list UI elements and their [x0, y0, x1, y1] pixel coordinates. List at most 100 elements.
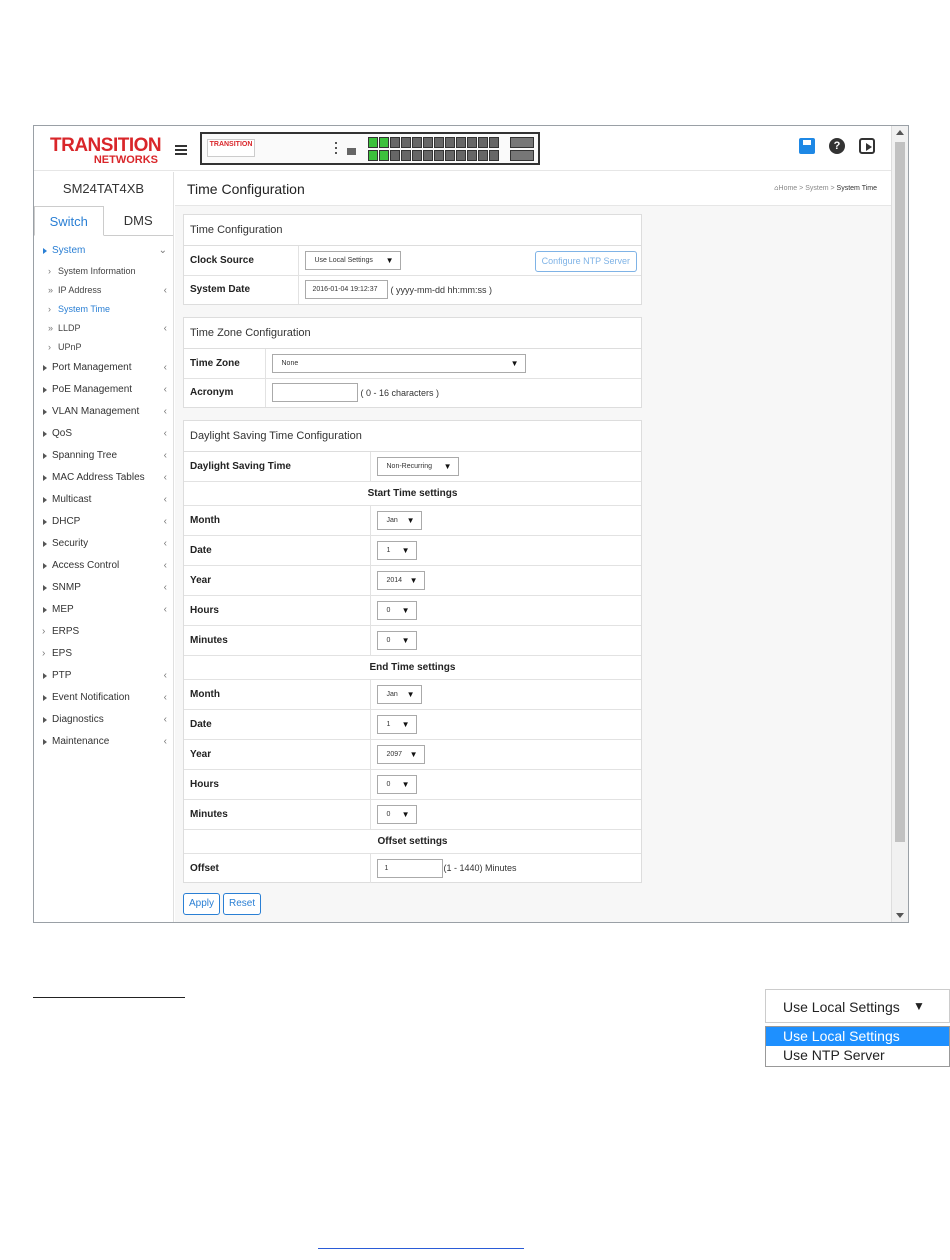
breadcrumb-home[interactable]: Home — [779, 185, 798, 192]
option-use-local-settings[interactable]: Use Local Settings — [766, 1027, 949, 1046]
clock-source-select[interactable]: Use Local Settings ▼ — [304, 250, 401, 270]
start-date-label: Date — [184, 534, 371, 565]
end-hours-select[interactable]: 0 ▼ — [376, 774, 417, 794]
sidebar-item-maintenance[interactable]: Maintenance ‹ — [34, 731, 173, 753]
tab-dms[interactable]: DMS — [104, 206, 174, 235]
sidebar-item-ptp[interactable]: PTP ‹ — [34, 665, 173, 687]
sidebar-item-access-control[interactable]: Access Control ‹ — [34, 555, 173, 577]
port-11[interactable] — [478, 137, 488, 163]
sidebar-nav: System ⌄ › System Information » IP Address ‹… — [34, 236, 173, 753]
sidebar-item-upnp[interactable]: › UPnP — [34, 338, 173, 357]
dropdown-arrow-icon: ▼ — [443, 461, 452, 471]
breadcrumb: ⌂Home > System > System Time — [774, 185, 877, 192]
sidebar-item-mep[interactable]: MEP ‹ — [34, 599, 173, 621]
port-row[interactable] — [368, 137, 504, 163]
scrollbar-thumb[interactable] — [895, 142, 905, 842]
offset-input[interactable]: 1 — [376, 858, 443, 878]
start-hours-select[interactable]: 0 ▼ — [376, 600, 417, 620]
configure-ntp-server-button[interactable]: Configure NTP Server — [534, 251, 637, 272]
sidebar-item-poe-management[interactable]: PoE Management ‹ — [34, 379, 173, 401]
port-12[interactable] — [489, 137, 499, 163]
dst-label: Daylight Saving Time — [184, 452, 371, 481]
port-9[interactable] — [456, 137, 466, 163]
start-minutes-label: Minutes — [184, 624, 371, 655]
system-date-input[interactable]: 2016-01-04 19:12:37 — [304, 280, 388, 300]
chevron-left-icon: ‹ — [163, 362, 167, 373]
sidebar-item-system-time[interactable]: › System Time — [34, 300, 173, 319]
dst-mode-select[interactable]: Non-Recurring ▼ — [376, 456, 459, 476]
logout-icon[interactable] — [859, 138, 875, 154]
sidebar-item-eps[interactable]: › EPS — [34, 643, 173, 665]
sidebar-tabs: Switch DMS — [34, 206, 173, 236]
sidebar-item-dhcp[interactable]: DHCP ‹ — [34, 511, 173, 533]
port-5[interactable] — [412, 137, 422, 163]
start-year-select[interactable]: 2014 ▼ — [376, 570, 425, 590]
port-10[interactable] — [467, 137, 477, 163]
sidebar-item-security[interactable]: Security ‹ — [34, 533, 173, 555]
chevron-left-icon: ‹ — [163, 670, 167, 681]
port-4[interactable] — [401, 137, 411, 163]
dst-panel: Daylight Saving Time Configuration Dayli… — [183, 420, 642, 883]
chevron-left-icon: ‹ — [163, 604, 167, 615]
sidebar-item-multicast[interactable]: Multicast ‹ — [34, 489, 173, 511]
offset-label: Offset — [184, 852, 371, 883]
sidebar-item-mac-address-tables[interactable]: MAC Address Tables ‹ — [34, 467, 173, 489]
chevron-left-icon: ‹ — [163, 406, 167, 417]
chevron-left-icon: ‹ — [163, 560, 167, 571]
sidebar-item-port-management[interactable]: Port Management ‹ — [34, 357, 173, 379]
sidebar-item-erps[interactable]: › ERPS — [34, 621, 173, 643]
sidebar-item-vlan-management[interactable]: VLAN Management ‹ — [34, 401, 173, 423]
port-2[interactable] — [379, 137, 389, 163]
end-month-select[interactable]: Jan ▼ — [376, 684, 422, 704]
offset-heading: Offset settings — [184, 828, 641, 853]
vertical-scrollbar[interactable] — [891, 126, 908, 922]
sidebar-item-event-notification[interactable]: Event Notification ‹ — [34, 687, 173, 709]
sfp-ports[interactable] — [510, 137, 534, 163]
acronym-label: Acronym — [184, 377, 266, 407]
end-date-select[interactable]: 1 ▼ — [376, 714, 417, 734]
panel-title: Time Zone Configuration — [184, 318, 641, 349]
sidebar-item-lldp[interactable]: » LLDP ‹ — [34, 319, 173, 338]
scroll-down-icon[interactable] — [896, 913, 904, 918]
sidebar-item-ip-address[interactable]: » IP Address ‹ — [34, 281, 173, 300]
reset-button[interactable]: Reset — [223, 893, 262, 915]
port-8[interactable] — [445, 137, 455, 163]
page-title: Time Configuration — [187, 181, 305, 197]
dropdown-closed[interactable]: Use Local Settings ▼ — [765, 989, 950, 1023]
port-7[interactable] — [434, 137, 444, 163]
end-year-select[interactable]: 2097 ▼ — [376, 744, 425, 764]
apply-button[interactable]: Apply — [183, 893, 221, 915]
dropdown-arrow-icon: ▼ — [406, 515, 415, 525]
start-month-select[interactable]: Jan ▼ — [376, 510, 422, 530]
sidebar-item-diagnostics[interactable]: Diagnostics ‹ — [34, 709, 173, 731]
start-date-select[interactable]: 1 ▼ — [376, 540, 417, 560]
sidebar-item-system-information[interactable]: › System Information — [34, 262, 173, 281]
chevron-left-icon: ‹ — [163, 450, 167, 461]
sidebar-item-snmp[interactable]: SNMP ‹ — [34, 577, 173, 599]
breadcrumb-current: System Time — [836, 185, 877, 192]
end-hours-label: Hours — [184, 768, 371, 799]
menu-icon[interactable] — [175, 145, 187, 157]
save-icon[interactable] — [799, 138, 815, 154]
end-minutes-select[interactable]: 0 ▼ — [376, 804, 417, 824]
acronym-input[interactable] — [271, 383, 358, 403]
option-use-ntp-server[interactable]: Use NTP Server — [766, 1046, 949, 1065]
time-zone-select[interactable]: None ▼ — [271, 353, 526, 373]
sidebar-item-system[interactable]: System ⌄ — [34, 240, 173, 262]
start-minutes-select[interactable]: 0 ▼ — [376, 630, 417, 650]
port-6[interactable] — [423, 137, 433, 163]
port-3[interactable] — [390, 137, 400, 163]
help-icon[interactable]: ? — [829, 138, 845, 154]
breadcrumb-system[interactable]: System — [805, 185, 828, 192]
tab-switch[interactable]: Switch — [34, 206, 104, 236]
sidebar-item-spanning-tree[interactable]: Spanning Tree ‹ — [34, 445, 173, 467]
chevron-left-icon: ‹ — [163, 692, 167, 703]
panel-title: Daylight Saving Time Configuration — [184, 421, 641, 452]
sidebar-item-qos[interactable]: QoS ‹ — [34, 423, 173, 445]
offset-hint: (1 - 1440) Minutes — [443, 863, 517, 874]
port-1[interactable] — [368, 137, 378, 163]
scroll-up-icon[interactable] — [896, 130, 904, 135]
dropdown-arrow-icon: ▼ — [510, 358, 519, 368]
chevron-left-icon: ‹ — [163, 582, 167, 593]
chevron-left-icon: ‹ — [163, 516, 167, 527]
